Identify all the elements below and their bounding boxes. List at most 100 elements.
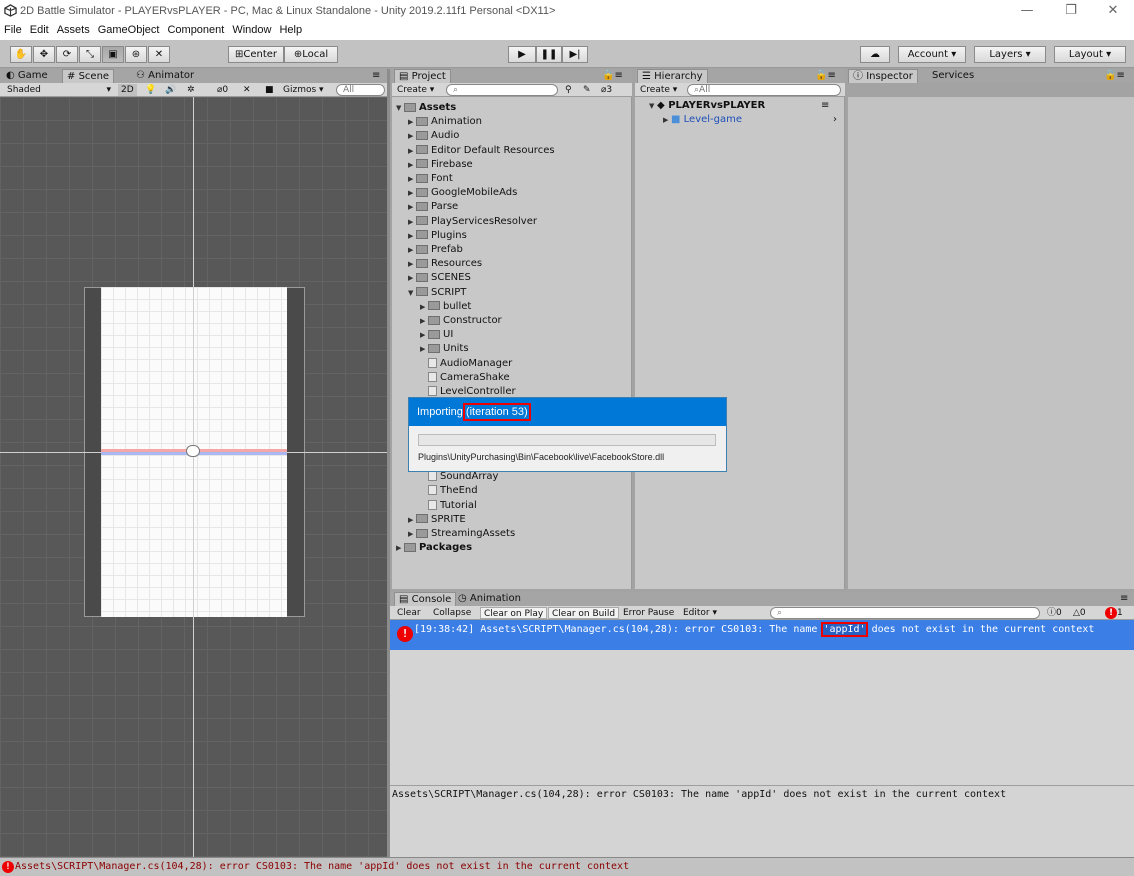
project-folder-item[interactable]: ▶ Parse: [408, 200, 458, 214]
collapsed-icon[interactable]: ▶: [420, 300, 428, 314]
menu-assets[interactable]: Assets: [53, 22, 94, 38]
project-script-item[interactable]: Tutorial: [420, 499, 477, 513]
lock-icon[interactable]: 🔒≡: [1100, 69, 1129, 83]
console-clear-on-play-toggle[interactable]: Clear on Play: [480, 607, 548, 619]
warning-filter-toggle[interactable]: △0: [1070, 607, 1089, 619]
project-folder-item[interactable]: ▶ Animation: [408, 115, 482, 129]
shading-dropdown[interactable]: Shaded ▾: [4, 84, 114, 96]
menu-file[interactable]: File: [0, 22, 26, 38]
tools-toggle[interactable]: ✕: [240, 84, 254, 96]
project-folder-item[interactable]: ▶ UI: [420, 328, 453, 342]
pivot-center-button[interactable]: ⊞Center: [228, 46, 284, 63]
restore-button[interactable]: ❐: [1056, 2, 1086, 20]
hidden-packages-toggle[interactable]: ⌀3: [598, 84, 615, 96]
collapsed-icon[interactable]: ▶: [408, 527, 416, 541]
collapsed-icon[interactable]: ▶: [408, 271, 416, 285]
tab-animation[interactable]: ◷ Animation: [454, 592, 525, 606]
console-clear-button[interactable]: Clear: [394, 607, 424, 619]
collab-button[interactable]: ☁: [860, 46, 890, 63]
scene-menu-icon[interactable]: ≡: [821, 99, 829, 113]
tab-project[interactable]: ▤ Project: [394, 69, 451, 83]
mode-2d-toggle[interactable]: 2D: [118, 84, 137, 96]
console-entry[interactable]: ! [19:38:42] Assets\SCRIPT\Manager.cs(10…: [390, 620, 1134, 650]
error-filter-toggle[interactable]: ! 1: [1102, 607, 1126, 619]
console-clear-on-build-toggle[interactable]: Clear on Build: [548, 607, 620, 619]
project-script-item[interactable]: AudioManager: [420, 357, 512, 371]
hierarchy-create-dropdown[interactable]: Create ▾: [637, 84, 680, 96]
tab-console[interactable]: ▤ Console: [394, 592, 457, 606]
project-create-dropdown[interactable]: Create ▾: [394, 84, 437, 96]
project-folder-item[interactable]: ▶ Constructor: [420, 314, 502, 328]
tab-scene[interactable]: # Scene: [62, 69, 115, 83]
project-folder-item[interactable]: ▶ SCENES: [408, 271, 471, 285]
info-filter-toggle[interactable]: ⓘ0: [1044, 607, 1065, 619]
tab-services[interactable]: Services: [928, 69, 978, 83]
lock-icon[interactable]: 🔒≡: [811, 69, 840, 83]
hierarchy-scene-row[interactable]: ▼ ◆ PLAYERvsPLAYER: [649, 99, 765, 113]
project-folder-item[interactable]: ▶ StreamingAssets: [408, 527, 515, 541]
project-folder-item[interactable]: ▶ Editor Default Resources: [408, 144, 555, 158]
effects-dropdown[interactable]: ✲: [184, 84, 198, 96]
rotate-tool-button[interactable]: ⟳: [56, 46, 78, 63]
pivot-local-button[interactable]: ⊕Local: [284, 46, 338, 63]
menu-help[interactable]: Help: [275, 22, 306, 38]
collapsed-icon[interactable]: ▶: [396, 541, 404, 555]
hand-tool-button[interactable]: ✋: [10, 46, 32, 63]
panel-menu-icon[interactable]: ≡: [368, 69, 384, 83]
console-editor-dropdown[interactable]: Editor ▾: [680, 607, 720, 619]
project-folder-item[interactable]: ▶ PlayServicesResolver: [408, 215, 537, 229]
layout-dropdown[interactable]: Layout ▾: [1054, 46, 1126, 63]
project-folder-item[interactable]: ▶ Firebase: [408, 158, 473, 172]
project-script-item[interactable]: TheEnd: [420, 484, 478, 498]
project-folder-item[interactable]: ▶ Resources: [408, 257, 482, 271]
menu-edit[interactable]: Edit: [26, 22, 53, 38]
step-button[interactable]: ▶|: [562, 46, 588, 63]
expanded-icon[interactable]: ▼: [396, 101, 404, 115]
menu-window[interactable]: Window: [228, 22, 275, 38]
lock-icon[interactable]: 🔒≡: [598, 69, 627, 83]
collapsed-icon[interactable]: ▶: [408, 243, 416, 257]
hierarchy-search-input[interactable]: ⌕All: [687, 84, 841, 96]
collapsed-icon[interactable]: ▶: [408, 144, 416, 158]
tab-inspector[interactable]: ⓘ Inspector: [848, 69, 918, 83]
scale-tool-button[interactable]: ⤡: [79, 46, 101, 63]
chevron-right-icon[interactable]: ›: [833, 113, 837, 127]
hidden-objects-toggle[interactable]: ⌀0: [214, 84, 231, 96]
rect-tool-button[interactable]: ▣: [102, 46, 124, 63]
project-folder-item[interactable]: ▶ bullet: [420, 300, 471, 314]
collapsed-icon[interactable]: ▶: [408, 129, 416, 143]
menu-gameobject[interactable]: GameObject: [94, 22, 164, 38]
collapsed-icon[interactable]: ▶: [408, 257, 416, 271]
project-folder-item[interactable]: ▶ Units: [420, 342, 469, 356]
project-folder-item[interactable]: ▶ Prefab: [408, 243, 463, 257]
console-search-input[interactable]: ⌕: [770, 607, 1040, 619]
pause-button[interactable]: ❚❚: [536, 46, 562, 63]
tab-hierarchy[interactable]: ☰ Hierarchy: [637, 69, 708, 83]
menu-component[interactable]: Component: [163, 22, 228, 38]
cloud-object[interactable]: [186, 445, 200, 457]
panel-menu-icon[interactable]: ≡: [1116, 592, 1132, 606]
collapsed-icon[interactable]: ▶: [420, 314, 428, 328]
project-folder-item[interactable]: ▶ Font: [408, 172, 453, 186]
scene-view[interactable]: [0, 97, 387, 857]
collapsed-icon[interactable]: ▶: [408, 215, 416, 229]
console-error-pause-toggle[interactable]: Error Pause: [620, 607, 677, 619]
project-folder-item[interactable]: ▶ SPRITE: [408, 513, 466, 527]
transform-tool-button[interactable]: ⊛: [125, 46, 147, 63]
collapsed-icon[interactable]: ▶: [408, 115, 416, 129]
status-bar[interactable]: ! Assets\SCRIPT\Manager.cs(104,28): erro…: [0, 857, 1134, 876]
close-button[interactable]: ✕: [1098, 2, 1128, 20]
lighting-toggle[interactable]: 💡: [142, 84, 159, 96]
account-dropdown[interactable]: Account ▾: [898, 46, 966, 63]
project-search-input[interactable]: ⌕: [446, 84, 558, 96]
play-button[interactable]: ▶: [508, 46, 536, 63]
collapsed-icon[interactable]: ▶: [420, 328, 428, 342]
collapsed-icon[interactable]: ▶: [408, 172, 416, 186]
project-script-item[interactable]: SoundArray: [420, 470, 498, 484]
hierarchy-item[interactable]: ▶ ■ Level-game: [663, 113, 742, 127]
move-tool-button[interactable]: ✥: [33, 46, 55, 63]
tab-game[interactable]: ◐ Game: [2, 69, 52, 83]
collapsed-icon[interactable]: ▶: [408, 158, 416, 172]
project-folder-item[interactable]: ▼ SCRIPT: [408, 286, 466, 300]
layers-dropdown[interactable]: Layers ▾: [974, 46, 1046, 63]
